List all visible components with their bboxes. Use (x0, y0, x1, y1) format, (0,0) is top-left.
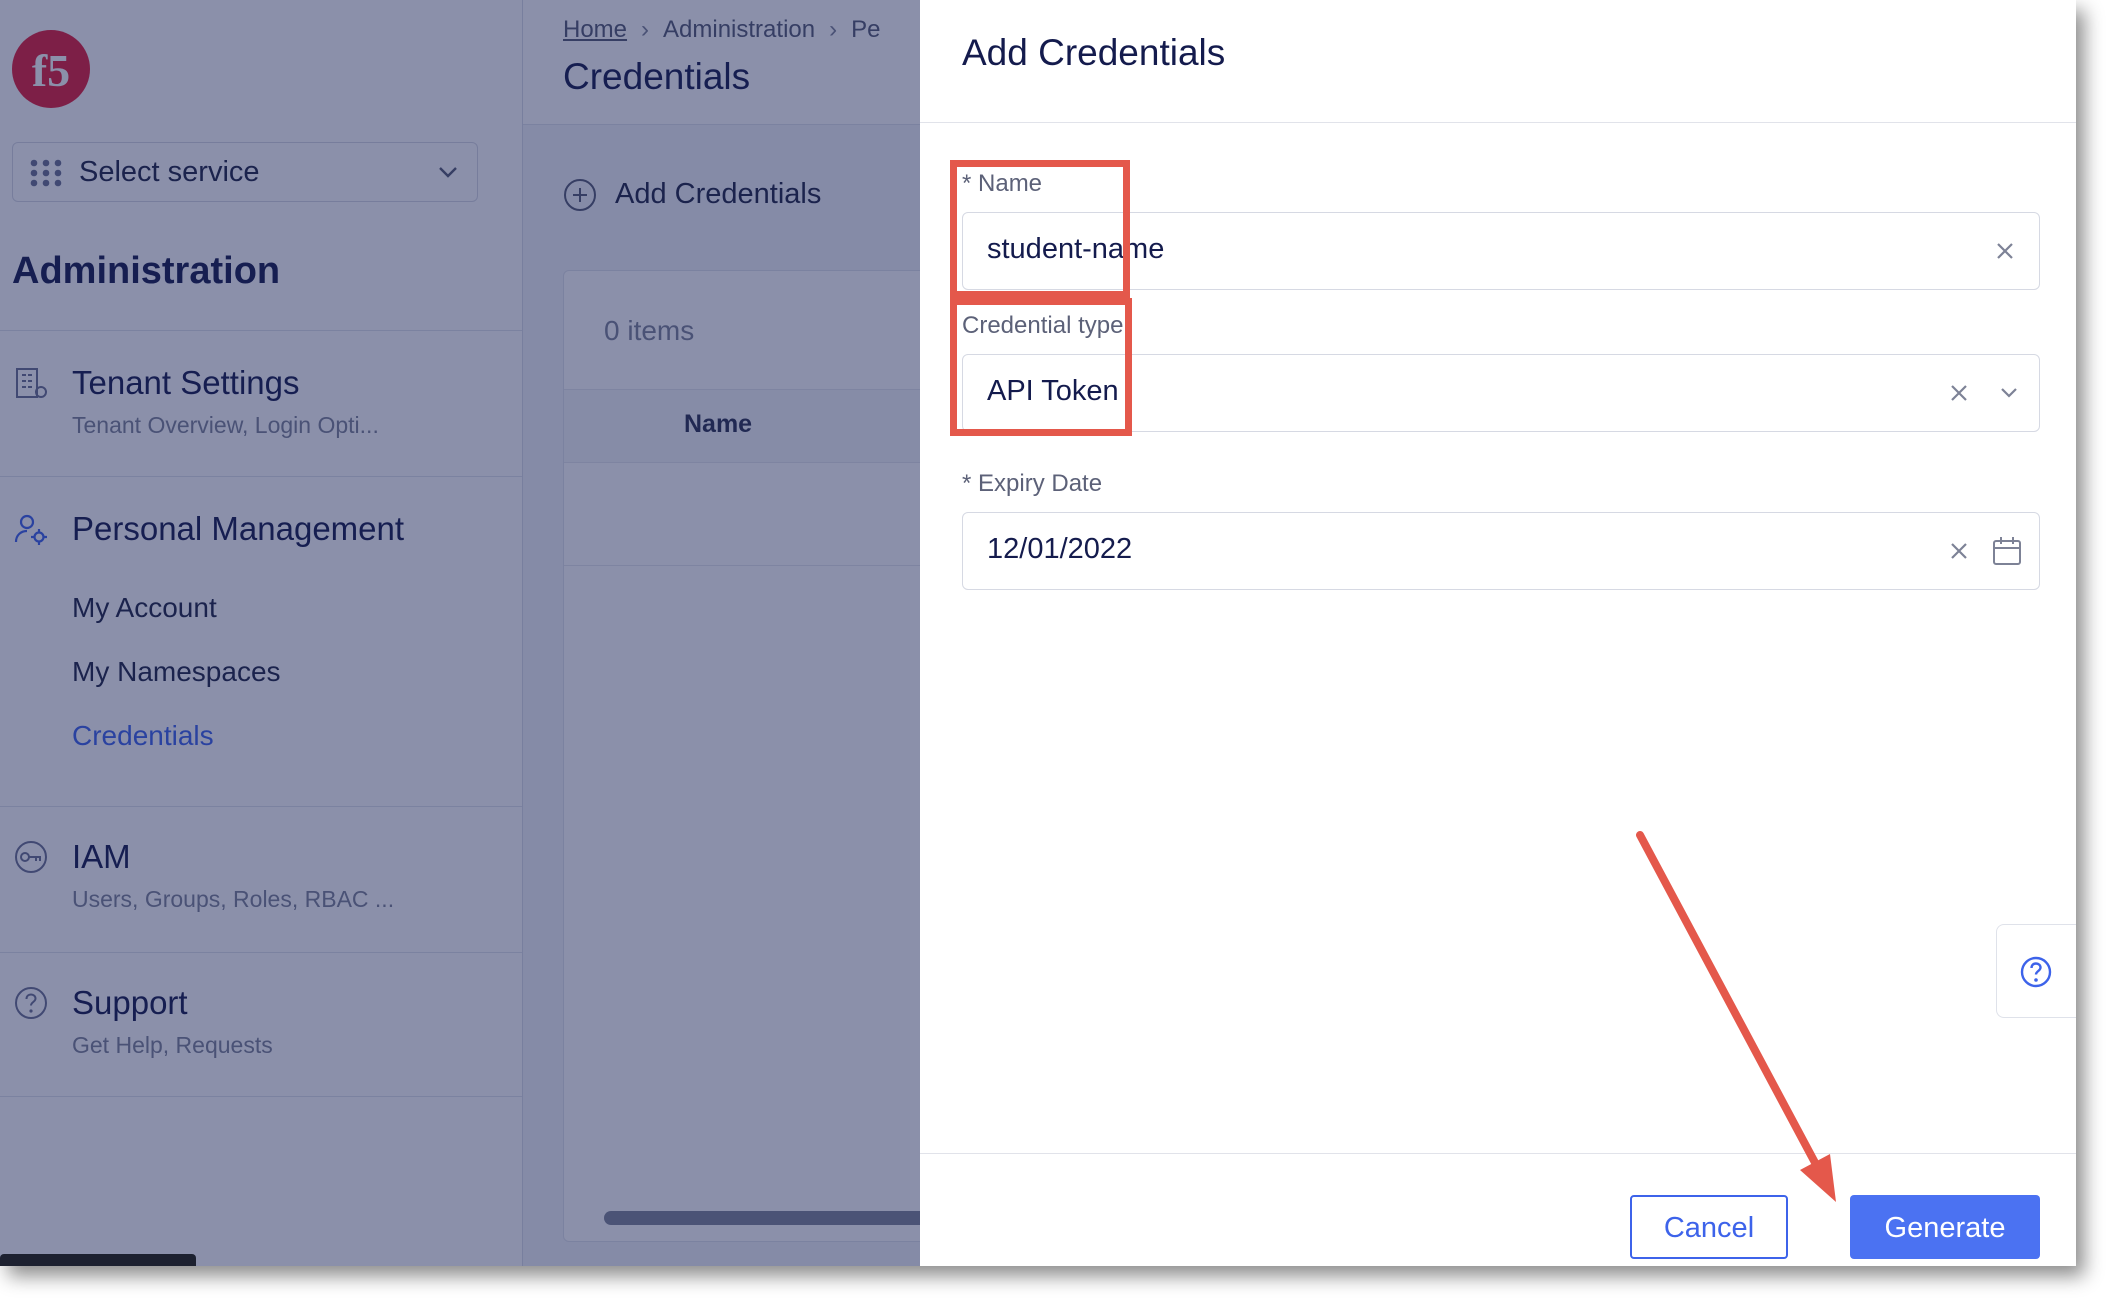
expiry-date-label: * Expiry Date (962, 470, 1103, 497)
credential-type-label: Credential type (962, 312, 1124, 339)
credential-type-value: API Token (987, 375, 1119, 407)
footer-divider (920, 1153, 2076, 1154)
name-field-value: student-name (987, 233, 1165, 265)
help-tab[interactable] (1996, 924, 2076, 1018)
status-tooltip (0, 1254, 196, 1266)
close-icon[interactable] (1995, 241, 2015, 261)
close-icon[interactable] (1949, 541, 1969, 561)
app-window: f5 Select service Administration Tenan (0, 0, 2076, 1266)
drawer-title: Add Credentials (962, 32, 1226, 73)
generate-button[interactable]: Generate (1850, 1195, 2040, 1259)
calendar-icon[interactable] (1991, 535, 2023, 567)
expiry-date-field[interactable]: 12/01/2022 (962, 512, 2040, 590)
question-icon (2020, 956, 2052, 988)
name-field[interactable]: student-name (962, 212, 2040, 290)
expiry-date-value: 12/01/2022 (987, 533, 1133, 565)
chevron-down-icon[interactable] (1999, 385, 2019, 401)
close-icon[interactable] (1949, 383, 1969, 403)
modal-overlay[interactable] (0, 0, 920, 1266)
credential-type-select[interactable]: API Token (962, 354, 2040, 432)
name-field-label: * Name (962, 170, 1043, 197)
add-credentials-drawer: Add Credentials * Name student-name Cred… (920, 0, 2076, 1266)
drawer-divider (920, 122, 2076, 123)
cancel-button[interactable]: Cancel (1630, 1195, 1788, 1259)
